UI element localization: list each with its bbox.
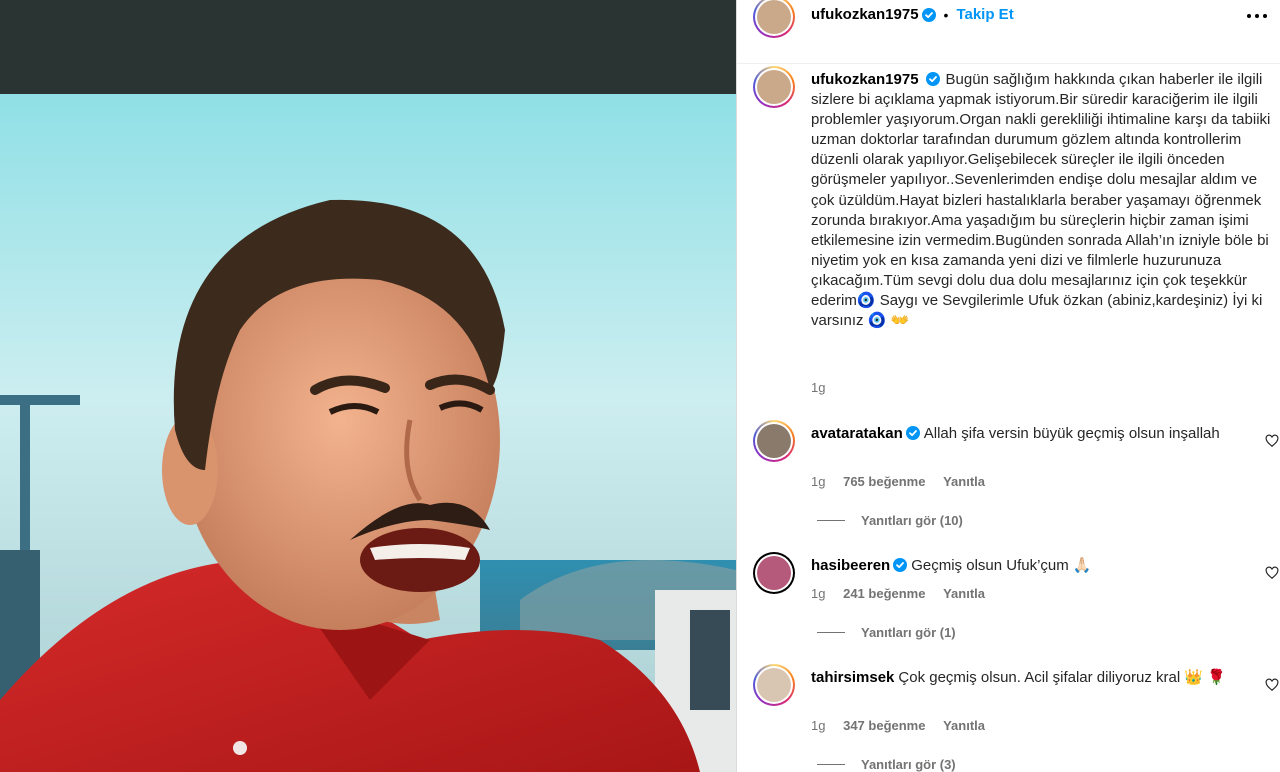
commenter-username[interactable]: hasibeeren <box>811 557 890 574</box>
reply-button[interactable]: Yanıtla <box>943 718 985 733</box>
verified-badge-icon <box>905 426 920 440</box>
caption-avatar[interactable] <box>753 66 795 108</box>
comment-text: Geçmiş olsun Ufuk’çum 🙏🏻 <box>911 557 1092 574</box>
view-replies-label: Yanıtları gör (10) <box>861 513 963 528</box>
comment-text: Allah şifa versin büyük geçmiş olsun inş… <box>923 425 1220 442</box>
reply-button[interactable]: Yanıtla <box>943 586 985 601</box>
more-options-icon[interactable] <box>1247 14 1267 20</box>
view-replies-label: Yanıtları gör (1) <box>861 625 956 640</box>
post-details-panel: ufukozkan1975 • Takip Et ufukozkan1975 Bu… <box>736 0 1280 772</box>
post-photo <box>0 0 736 772</box>
commenter-username[interactable]: tahirsimsek <box>811 669 894 686</box>
commenter-avatar[interactable] <box>753 552 795 594</box>
comment-text-block: avataratakan Allah şifa versin büyük geçm… <box>811 424 1251 444</box>
replies-divider <box>817 520 845 521</box>
author-avatar[interactable] <box>753 0 795 38</box>
comment-text: Çok geçmiş olsun. Acil şifalar diliyoruz… <box>898 669 1226 686</box>
commenter-avatar[interactable] <box>753 420 795 462</box>
view-replies-label: Yanıtları gör (3) <box>861 757 956 772</box>
heart-icon[interactable] <box>1265 566 1279 580</box>
verified-badge-icon <box>921 7 936 22</box>
comment-meta: 1g 347 beğenme Yanıtla <box>811 718 999 733</box>
follow-button[interactable]: Takip Et <box>956 6 1013 23</box>
caption-username[interactable]: ufukozkan1975 <box>811 71 919 88</box>
caption-text: Bugün sağlığım hakkında çıkan haberler i… <box>811 71 1271 330</box>
reply-button[interactable]: Yanıtla <box>943 474 985 489</box>
commenter-avatar[interactable] <box>753 664 795 706</box>
comment-likes[interactable]: 241 beğenme <box>843 586 925 601</box>
verified-badge-icon <box>893 558 908 572</box>
heart-icon[interactable] <box>1265 434 1279 448</box>
caption-timestamp[interactable]: 1g <box>811 380 825 395</box>
view-replies-button[interactable]: Yanıtları gör (1) <box>817 625 956 640</box>
view-replies-button[interactable]: Yanıtları gör (3) <box>817 757 956 772</box>
replies-divider <box>817 764 845 765</box>
post-caption: ufukozkan1975 Bugün sağlığım hakkında çık… <box>811 70 1271 331</box>
replies-divider <box>817 632 845 633</box>
post-header: ufukozkan1975 • Takip Et <box>737 0 1280 64</box>
comment-text-block: tahirsimsek Çok geçmiş olsun. Acil şifala… <box>811 668 1251 688</box>
comment-likes[interactable]: 347 beğenme <box>843 718 925 733</box>
comment-text-block: hasibeeren Geçmiş olsun Ufuk’çum 🙏🏻 <box>811 556 1251 576</box>
separator-dot: • <box>943 6 949 23</box>
comment-timestamp[interactable]: 1g <box>811 474 825 489</box>
comment-meta: 1g 241 beğenme Yanıtla <box>811 586 999 601</box>
comment-timestamp[interactable]: 1g <box>811 718 825 733</box>
post-media[interactable] <box>0 0 736 772</box>
heart-icon[interactable] <box>1265 678 1279 692</box>
comment-timestamp[interactable]: 1g <box>811 586 825 601</box>
view-replies-button[interactable]: Yanıtları gör (10) <box>817 513 963 528</box>
comment-meta: 1g 765 beğenme Yanıtla <box>811 474 999 489</box>
commenter-username[interactable]: avataratakan <box>811 425 903 442</box>
comment-likes[interactable]: 765 beğenme <box>843 474 925 489</box>
author-username[interactable]: ufukozkan1975 <box>811 6 919 23</box>
verified-badge-icon <box>925 72 940 86</box>
